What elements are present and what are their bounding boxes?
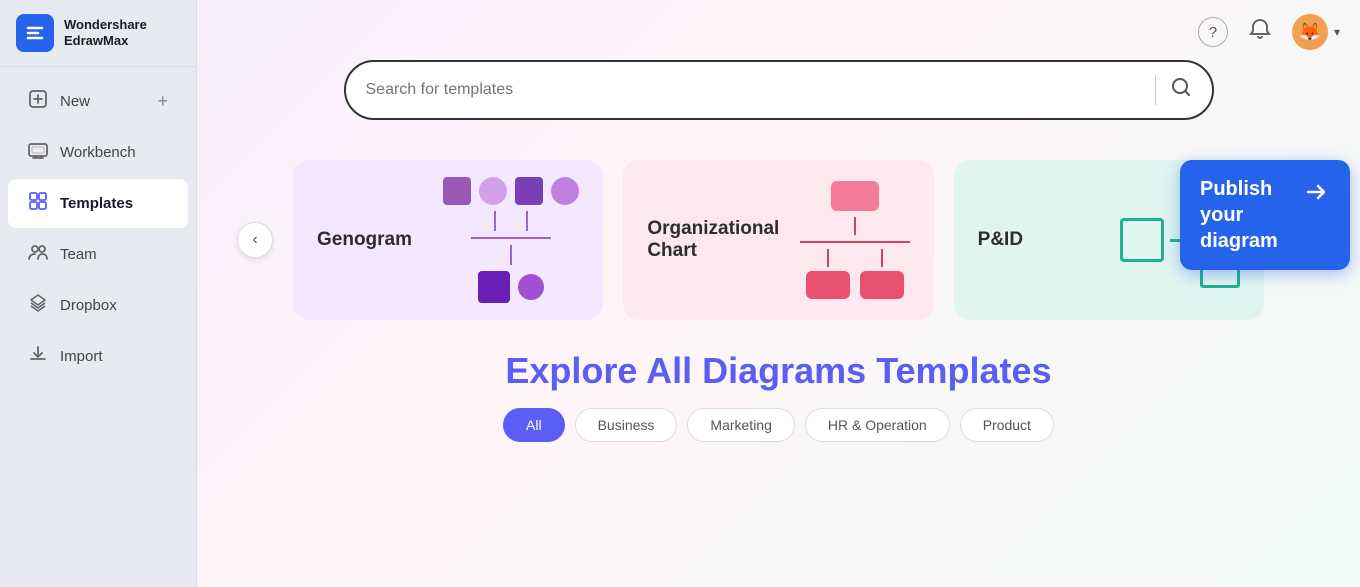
category-tab-product[interactable]: Product xyxy=(960,408,1054,442)
templates-icon xyxy=(28,191,48,216)
category-tab-business[interactable]: Business xyxy=(575,408,678,442)
team-icon xyxy=(28,242,48,267)
sidebar-logo-text: Wondershare EdrawMax xyxy=(64,17,147,48)
sidebar-item-workbench-label: Workbench xyxy=(60,144,136,161)
new-plus-icon: + xyxy=(157,91,168,112)
category-tab-hr[interactable]: HR & Operation xyxy=(805,408,950,442)
category-tab-all[interactable]: All xyxy=(503,408,565,442)
genogram-visual xyxy=(443,177,579,303)
search-divider xyxy=(1155,75,1156,105)
sidebar-item-templates-label: Templates xyxy=(60,195,133,212)
sidebar: Wondershare EdrawMax New + Workbe xyxy=(0,0,197,587)
carousel-publish-wrapper: ‹ Genogram xyxy=(197,150,1360,330)
search-button[interactable] xyxy=(1170,76,1192,104)
main-content: ? 🦊 ▾ ‹ Genogram xyxy=(197,0,1360,587)
sidebar-item-import-label: Import xyxy=(60,348,103,365)
carousel-card-genogram[interactable]: Genogram xyxy=(293,160,603,320)
avatar-dropdown-icon: ▾ xyxy=(1334,25,1340,39)
topbar: ? 🦊 ▾ xyxy=(1178,0,1360,64)
sidebar-item-team[interactable]: Team xyxy=(8,230,188,279)
publish-button[interactable]: Publish your diagram xyxy=(1180,160,1350,270)
sidebar-nav: New + Workbench Templates xyxy=(0,67,196,391)
explore-title-static: Explore xyxy=(505,350,646,391)
carousel-card-genogram-label: Genogram xyxy=(317,229,412,251)
brand-name: Wondershare xyxy=(64,17,147,33)
workbench-icon xyxy=(28,140,48,165)
search-input[interactable] xyxy=(366,81,1141,99)
category-tabs: All Business Marketing HR & Operation Pr… xyxy=(237,408,1320,442)
dropbox-icon xyxy=(28,293,48,318)
category-tab-marketing[interactable]: Marketing xyxy=(687,408,794,442)
carousel-card-org[interactable]: OrganizationalChart xyxy=(623,160,933,320)
user-menu[interactable]: 🦊 ▾ xyxy=(1292,14,1340,50)
sidebar-item-workbench[interactable]: Workbench xyxy=(8,128,188,177)
brand-sub: EdrawMax xyxy=(64,33,147,49)
sidebar-item-new-label: New xyxy=(60,93,90,110)
sidebar-header: Wondershare EdrawMax xyxy=(0,0,196,67)
app-logo-icon xyxy=(16,14,54,52)
import-icon xyxy=(28,344,48,369)
help-icon[interactable]: ? xyxy=(1198,17,1228,47)
search-box xyxy=(344,60,1214,120)
new-icon xyxy=(28,89,48,114)
publish-label: Publish your diagram xyxy=(1200,176,1292,254)
explore-section: Explore All Diagrams Templates All Busin… xyxy=(197,330,1360,452)
explore-title: Explore All Diagrams Templates xyxy=(237,350,1320,392)
carousel-prev-button[interactable]: ‹ xyxy=(237,222,273,258)
carousel-items: Genogram xyxy=(273,160,1284,320)
publish-arrow-icon xyxy=(1302,178,1330,214)
carousel-card-org-label: OrganizationalChart xyxy=(647,218,779,262)
notification-icon[interactable] xyxy=(1248,17,1272,47)
sidebar-item-dropbox-label: Dropbox xyxy=(60,297,117,314)
avatar[interactable]: 🦊 xyxy=(1292,14,1328,50)
sidebar-item-templates[interactable]: Templates xyxy=(8,179,188,228)
sidebar-item-new[interactable]: New + xyxy=(8,77,188,126)
carousel-card-pid-label: P&ID xyxy=(978,229,1023,251)
sidebar-item-dropbox[interactable]: Dropbox xyxy=(8,281,188,330)
sidebar-item-import[interactable]: Import xyxy=(8,332,188,381)
explore-title-accent: All Diagrams Templates xyxy=(646,350,1051,391)
org-chart-visual xyxy=(800,181,910,299)
sidebar-item-team-label: Team xyxy=(60,246,97,263)
